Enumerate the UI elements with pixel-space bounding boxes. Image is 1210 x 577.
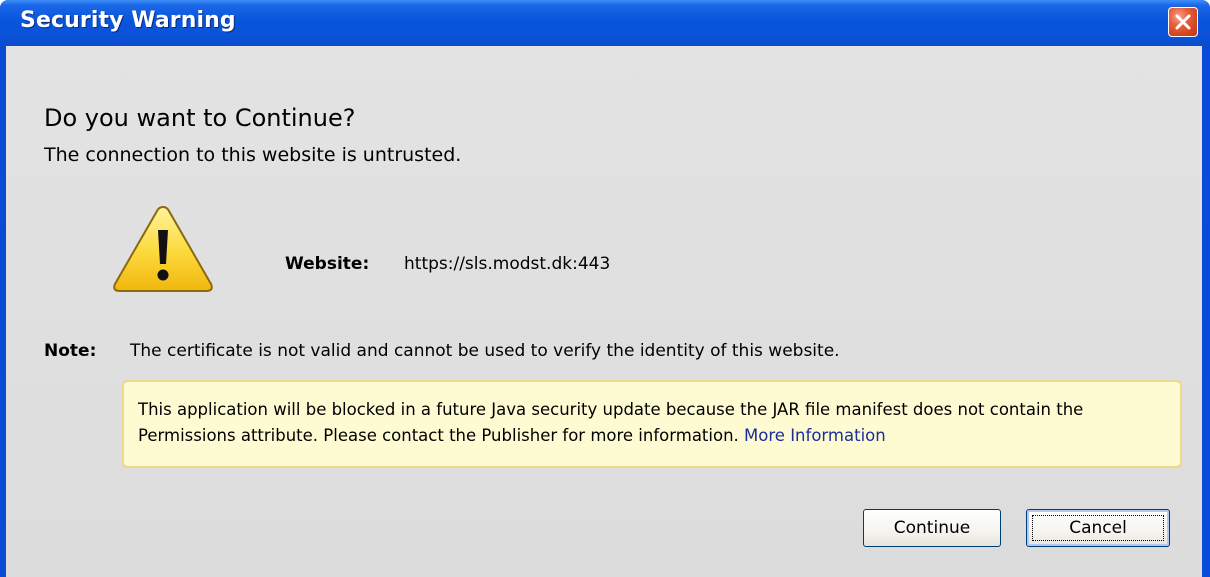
info-message: This application will be blocked in a fu… <box>138 397 1168 449</box>
continue-button[interactable]: Continue <box>863 509 1001 547</box>
warning-triangle-icon <box>113 205 213 292</box>
info-message-text: This application will be blocked in a fu… <box>138 400 1084 445</box>
close-icon <box>1175 14 1191 30</box>
dialog-body: Do you want to Continue? The connection … <box>6 46 1202 577</box>
security-warning-dialog: Security Warning Do you want to Continue… <box>0 0 1210 577</box>
website-label: Website: <box>285 254 370 274</box>
info-message-box: This application will be blocked in a fu… <box>122 380 1182 468</box>
website-url: https://sls.modst.dk:443 <box>404 254 611 274</box>
cancel-button[interactable]: Cancel <box>1026 509 1170 547</box>
focus-rectangle <box>1032 515 1164 541</box>
title-bar[interactable]: Security Warning <box>0 0 1210 46</box>
dialog-heading: Do you want to Continue? <box>44 104 356 132</box>
note-label: Note: <box>44 341 97 361</box>
note-text: The certificate is not valid and cannot … <box>130 341 840 361</box>
more-information-link[interactable]: More Information <box>744 426 886 445</box>
window-title: Security Warning <box>20 8 236 33</box>
dialog-subheading: The connection to this website is untrus… <box>44 144 462 166</box>
close-button[interactable] <box>1168 7 1198 37</box>
